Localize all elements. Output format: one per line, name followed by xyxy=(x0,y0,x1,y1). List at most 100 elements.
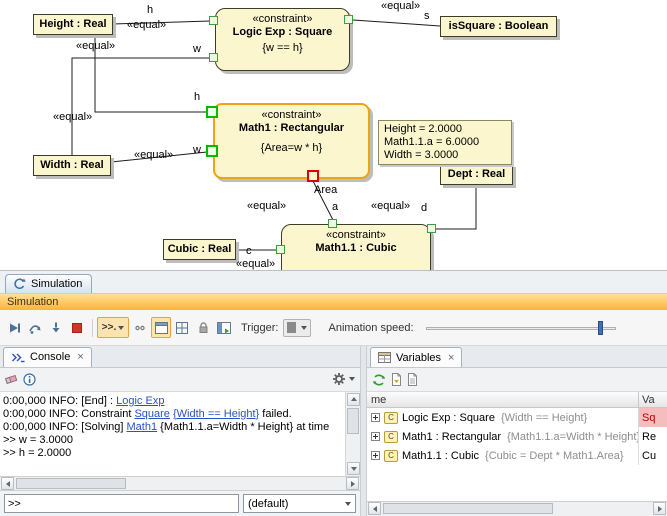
console-tab-strip: Console × xyxy=(0,346,360,368)
table-row[interactable]: C Math1.1 : Cubic {Cubic = Dept * Math1.… xyxy=(367,446,667,465)
trigger-dropdown[interactable] xyxy=(283,319,311,337)
port-c-math11[interactable] xyxy=(276,245,285,254)
console-link-logic-exp[interactable]: Logic Exp xyxy=(116,395,164,407)
variables-horizontal-scrollbar[interactable] xyxy=(367,501,667,516)
copy-button[interactable] xyxy=(407,373,418,386)
constraint-name: Math1.1 : Cubic xyxy=(282,242,430,254)
trigger-label: Trigger: xyxy=(241,322,279,334)
pin-label-h: h xyxy=(194,91,200,103)
close-icon[interactable]: × xyxy=(448,352,454,364)
parametric-diagram: Height : Real isSquare : Boolean Width :… xyxy=(0,0,667,270)
equal-label: «equal» xyxy=(134,149,173,161)
run-button[interactable] xyxy=(4,317,24,338)
lock-toggle[interactable] xyxy=(193,317,213,338)
panel-body: Console × xyxy=(0,346,667,516)
animation-speed-slider[interactable] xyxy=(426,320,616,336)
animation-speed-label: Animation speed: xyxy=(329,322,414,334)
port-h-logicexp[interactable] xyxy=(209,16,218,25)
port-h-math1[interactable] xyxy=(206,106,218,118)
arrow-left-icon xyxy=(6,481,10,487)
block-dept-label: Dept : Real xyxy=(448,168,505,180)
constraint-math1[interactable]: «constraint» Math1 : Rectangular {Area=w… xyxy=(213,103,370,179)
block-issquare-label: isSquare : Boolean xyxy=(449,20,549,32)
console-settings-button[interactable] xyxy=(332,372,346,386)
scrollbar-thumb[interactable] xyxy=(16,478,126,489)
constraint-expression: {w == h} xyxy=(216,42,349,54)
scroll-up-button[interactable] xyxy=(347,393,360,406)
simulation-icon xyxy=(12,277,26,290)
port-w-math1[interactable] xyxy=(206,145,218,157)
block-height[interactable]: Height : Real xyxy=(33,14,113,35)
equal-label: «equal» xyxy=(127,19,166,31)
console-input[interactable] xyxy=(4,494,239,513)
console-link-square[interactable]: Square xyxy=(134,408,169,420)
port-a-math11[interactable] xyxy=(328,219,337,228)
connector-dept-math11 xyxy=(436,185,476,229)
scroll-right-button[interactable] xyxy=(346,477,359,490)
ui-mockup-toggle[interactable] xyxy=(151,317,171,338)
block-issquare[interactable]: isSquare : Boolean xyxy=(440,16,557,37)
tab-console[interactable]: Console × xyxy=(3,347,92,367)
scrollbar-thumb[interactable] xyxy=(383,503,553,514)
expand-icon[interactable] xyxy=(371,432,380,441)
console-mode-button[interactable]: >>. xyxy=(97,317,129,338)
port-d-math11[interactable] xyxy=(427,224,436,233)
constraint-expression: {Area=w * h} xyxy=(215,142,368,154)
block-width[interactable]: Width : Real xyxy=(33,155,111,176)
table-row[interactable]: C Math1 : Rectangular {Math1.1.a=Width *… xyxy=(367,427,667,446)
console-context-dropdown[interactable]: (default) xyxy=(243,494,356,513)
info-toggle-button[interactable] xyxy=(23,373,36,386)
row-name: Logic Exp : Square xyxy=(402,412,495,424)
row-value-cell: Sq xyxy=(639,408,667,427)
console-line: 0:00,000 INFO: Constraint Square {Width … xyxy=(3,408,342,421)
column-header-value[interactable]: Va xyxy=(639,392,667,407)
terminate-button[interactable] xyxy=(67,317,87,338)
scroll-right-button[interactable] xyxy=(653,502,666,515)
port-area-math1[interactable] xyxy=(307,170,319,182)
stereotype-label: «constraint» xyxy=(282,229,430,241)
console-vertical-scrollbar[interactable] xyxy=(345,392,360,477)
port-w-logicexp[interactable] xyxy=(209,53,218,62)
block-cubic-label: Cubic : Real xyxy=(168,243,232,255)
grid-toggle[interactable] xyxy=(172,317,192,338)
scroll-left-button[interactable] xyxy=(1,477,14,490)
expand-icon[interactable] xyxy=(371,413,380,422)
close-icon[interactable]: × xyxy=(77,351,83,363)
equal-label: «equal» xyxy=(247,200,286,212)
pin-label-w: w xyxy=(193,144,201,156)
panel-tab-strip: Simulation xyxy=(0,270,667,293)
block-dept[interactable]: Dept : Real xyxy=(440,164,513,185)
console-horizontal-scrollbar[interactable] xyxy=(0,477,360,491)
slider-handle[interactable] xyxy=(598,321,603,335)
expand-icon[interactable] xyxy=(371,451,380,460)
clear-console-button[interactable] xyxy=(5,373,18,385)
column-header-name[interactable]: me xyxy=(367,392,639,407)
equal-label: «equal» xyxy=(236,258,275,270)
breakpoints-toggle[interactable] xyxy=(130,317,150,338)
refresh-button[interactable] xyxy=(372,373,386,387)
runtime-value: Height = 2.0000 xyxy=(384,123,506,136)
table-row[interactable]: C Logic Exp : Square {Width == Height} S… xyxy=(367,408,667,427)
block-cubic[interactable]: Cubic : Real xyxy=(163,239,236,260)
chevron-down-icon xyxy=(118,326,124,330)
tab-variables[interactable]: Variables × xyxy=(370,347,462,367)
scrollbar-thumb[interactable] xyxy=(347,408,359,434)
export-button[interactable] xyxy=(391,373,402,386)
constraint-math11[interactable]: «constraint» Math1.1 : Cubic xyxy=(281,224,431,270)
pin-label-c: c xyxy=(246,245,252,257)
variables-icon xyxy=(378,352,391,363)
open-ui-button[interactable] xyxy=(214,317,234,338)
step-into-button[interactable] xyxy=(46,317,66,338)
slider-track[interactable] xyxy=(426,327,616,330)
chevron-down-icon[interactable] xyxy=(349,377,355,381)
scroll-left-button[interactable] xyxy=(368,502,381,515)
step-over-button[interactable] xyxy=(25,317,45,338)
tab-simulation[interactable]: Simulation xyxy=(5,274,92,293)
console-text: 0:00,000 INFO: [Solving] xyxy=(3,421,127,433)
console-link-math1[interactable]: Math1 xyxy=(127,421,158,433)
port-s-logicexp[interactable] xyxy=(344,15,353,24)
constraint-logic-exp[interactable]: «constraint» Logic Exp : Square {w == h} xyxy=(215,8,350,71)
scroll-down-button[interactable] xyxy=(347,462,360,475)
console-link-constraint[interactable]: {Width == Height} xyxy=(173,408,259,420)
row-name-cell: C Math1.1 : Cubic {Cubic = Dept * Math1.… xyxy=(367,446,639,465)
